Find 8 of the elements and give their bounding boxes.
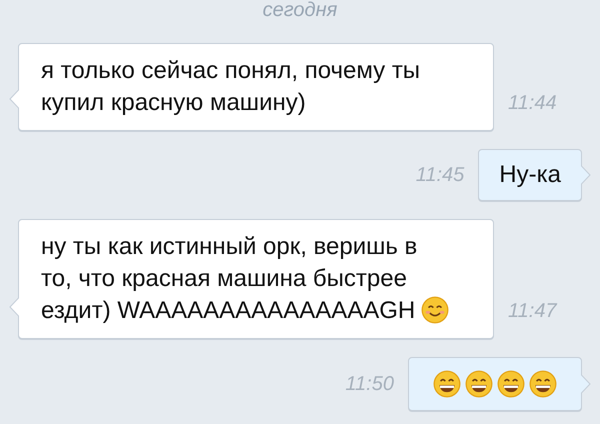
message-time: 11:50	[345, 372, 394, 396]
message-text: я только сейчас понял, почему ты купил красную машину)	[41, 57, 420, 116]
message-text: ну ты как истинный орк, веришь в то, что красная машина быстрее ездит) WAAAAAAAAAAAAAAAGH	[41, 232, 418, 326]
message-time: 11:47	[508, 300, 557, 323]
message-text: Ну-ка	[499, 161, 561, 188]
message-time: 11:44	[508, 92, 557, 115]
message-time: 11:45	[416, 164, 464, 186]
date-divider: сегодня	[262, 0, 338, 20]
